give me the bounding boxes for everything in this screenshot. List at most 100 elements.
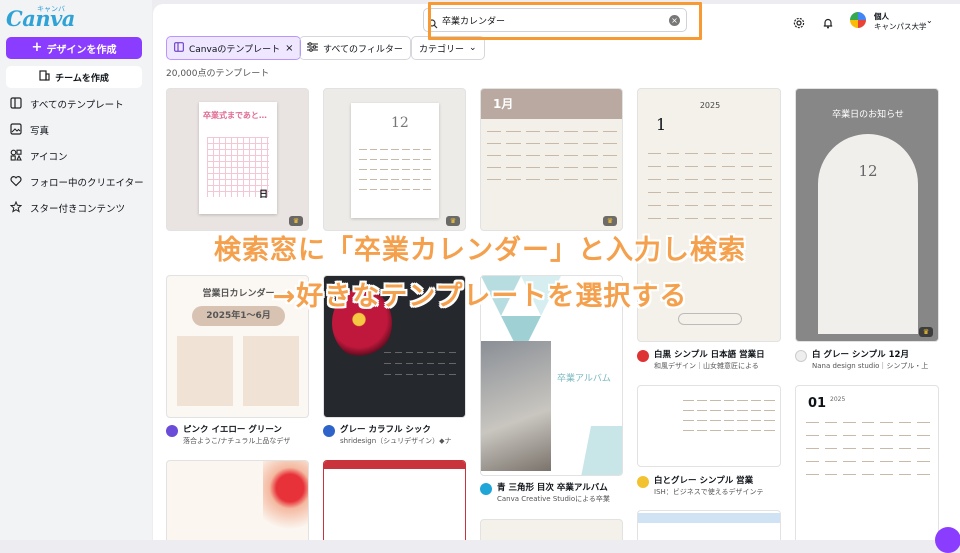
main-panel: 卒業カレンダー × 個人 キャンパス大学 ⌄ Canvaのテンプレート × すべ… xyxy=(153,4,960,540)
thumb-day: 日 xyxy=(259,190,269,200)
sidebar-item-label: すべてのテンプレート xyxy=(30,100,124,111)
filter-chip-canva-templates[interactable]: Canvaのテンプレート × xyxy=(166,36,302,60)
all-filters-label: すべてのフィルター xyxy=(323,44,403,55)
template-author[interactable]: Nana design studio｜シンプル・上 xyxy=(812,361,932,371)
chevron-down-icon[interactable]: ⌄ xyxy=(926,16,933,25)
filter-sliders-icon xyxy=(307,41,318,55)
account-menu[interactable]: 個人 キャンパス大学 xyxy=(874,12,927,32)
shapes-icon xyxy=(10,149,22,164)
settings-icon[interactable] xyxy=(793,14,805,33)
premium-crown-icon: ♛ xyxy=(603,216,617,226)
template-author[interactable]: 和風デザイン｜山女雑意匠による xyxy=(654,361,774,371)
thumb-month: 1 xyxy=(656,115,667,134)
creator-avatar[interactable] xyxy=(795,350,807,362)
template-title[interactable]: グレー カラフル シック xyxy=(340,423,480,435)
template-title[interactable]: 白 グレー シンプル 12月 xyxy=(812,348,952,360)
template-author[interactable]: 落合ようこ/ナチュラル上品なデザ xyxy=(183,436,303,446)
template-card[interactable] xyxy=(480,519,623,540)
all-filters-button[interactable]: すべてのフィルター xyxy=(299,36,411,60)
template-card[interactable] xyxy=(637,510,781,540)
thumb-calendar-grid xyxy=(384,346,456,375)
creator-avatar[interactable] xyxy=(323,425,335,437)
template-icon xyxy=(174,41,184,55)
template-thumbnail: 12 xyxy=(351,103,439,218)
template-title[interactable]: 白とグレー シンプル 営業 xyxy=(654,474,794,486)
template-card[interactable]: 12 ♛ xyxy=(323,88,466,231)
sidebar-item-label: 写真 xyxy=(30,126,50,137)
premium-crown-icon: ♛ xyxy=(289,216,303,226)
chevron-down-icon: ⌄ xyxy=(469,43,477,53)
template-card[interactable]: 1月 ♛ xyxy=(480,88,623,231)
template-title[interactable]: 青 三角形 目次 卒業アルバム xyxy=(497,481,637,493)
template-title[interactable]: 白黒 シンプル 日本語 営業日 xyxy=(654,348,794,360)
photo-icon xyxy=(10,122,22,138)
thumb-month: 12 xyxy=(858,162,878,180)
star-icon xyxy=(9,200,23,216)
template-card[interactable]: 01 2025 xyxy=(795,385,939,540)
sidebar-item-icons[interactable]: アイコン xyxy=(10,146,150,166)
thumb-header: 1月 xyxy=(481,89,622,119)
template-icon xyxy=(10,96,22,112)
logo-kana: キャンバ xyxy=(37,5,65,13)
thumb-calendar-grid xyxy=(683,394,775,431)
template-author[interactable]: ISH：ビジネスで使えるデザインテ xyxy=(654,487,774,497)
create-team-label: チームを作成 xyxy=(55,73,109,84)
thumb-year: 2025 xyxy=(699,101,721,110)
plus-icon: + xyxy=(31,40,43,55)
instruction-line-1: 検索窓に「卒業カレンダー」と入力し検索 xyxy=(214,235,746,266)
thumb-title: 卒業アルバム xyxy=(557,374,611,384)
sidebar-item-label: フォロー中のクリエイター xyxy=(30,178,144,189)
thumb-calendar-grid xyxy=(806,416,930,475)
sidebar-item-following[interactable]: フォロー中のクリエイター xyxy=(10,172,150,192)
sidebar: Canva キャンバ + デザインを作成 チームを作成 すべてのテンプレート 写… xyxy=(0,0,152,540)
search-highlight-box xyxy=(428,2,702,40)
thumb-title: 卒業日のお知らせ xyxy=(832,110,904,120)
help-button[interactable] xyxy=(935,527,960,553)
create-team-button[interactable]: チームを作成 xyxy=(6,66,142,88)
graduation-photo xyxy=(481,341,551,471)
notification-bell-icon[interactable] xyxy=(822,14,834,33)
template-title[interactable]: ピンク イエロー グリーン xyxy=(183,423,323,435)
sidebar-item-photos[interactable]: 写真 xyxy=(10,120,150,140)
account-org: キャンパス大学 xyxy=(874,22,927,31)
thumb-calendar-grid xyxy=(648,147,772,219)
thumb-month: 01 xyxy=(808,396,827,411)
account-name: 個人 xyxy=(874,12,889,21)
instruction-line-2: →好きなテンプレートを選択する xyxy=(272,281,688,312)
thumb-header xyxy=(638,513,780,523)
canva-logo[interactable]: Canva キャンバ xyxy=(6,4,75,34)
creator-avatar[interactable] xyxy=(637,350,649,362)
creator-avatar[interactable] xyxy=(166,425,178,437)
decor-image xyxy=(263,461,308,540)
creator-avatar[interactable] xyxy=(637,476,649,488)
filter-chip-label: Canvaのテンプレート xyxy=(189,44,281,55)
thumb-month: 1月 xyxy=(493,97,514,111)
template-author[interactable]: shridesign（シュリデザイン）◆ナ xyxy=(340,436,460,446)
thumb-year: 2025 xyxy=(830,396,846,403)
premium-crown-icon: ♛ xyxy=(919,327,933,337)
sidebar-item-all-templates[interactable]: すべてのテンプレート xyxy=(10,94,150,114)
template-card[interactable]: 卒業式まであと… 日 ♛ xyxy=(166,88,309,231)
result-count: 20,000点のテンプレート xyxy=(166,69,270,79)
create-design-button[interactable]: + デザインを作成 xyxy=(6,37,142,59)
sidebar-item-label: アイコン xyxy=(30,152,68,163)
avatar[interactable] xyxy=(850,12,866,28)
sidebar-item-starred[interactable]: スター付きコンテンツ xyxy=(9,198,150,218)
building-icon xyxy=(39,70,50,84)
template-card[interactable] xyxy=(166,460,309,540)
thumb-header xyxy=(324,461,465,469)
sidebar-item-label: スター付きコンテンツ xyxy=(30,204,126,215)
template-card[interactable] xyxy=(323,460,466,540)
heart-icon xyxy=(10,175,22,190)
thumb-page xyxy=(243,336,299,406)
thumb-text: 卒業式まであと… xyxy=(203,111,267,120)
template-author[interactable]: Canva Creative Studioによる卒業 xyxy=(497,494,617,504)
thumb-page xyxy=(177,336,233,406)
category-label: カテゴリー xyxy=(419,44,465,55)
create-design-label: デザインを作成 xyxy=(46,44,117,56)
thumb-month: 12 xyxy=(391,115,409,131)
close-icon[interactable]: × xyxy=(285,43,293,54)
creator-avatar[interactable] xyxy=(480,483,492,495)
template-card[interactable] xyxy=(637,385,781,467)
thumb-button xyxy=(678,313,742,325)
